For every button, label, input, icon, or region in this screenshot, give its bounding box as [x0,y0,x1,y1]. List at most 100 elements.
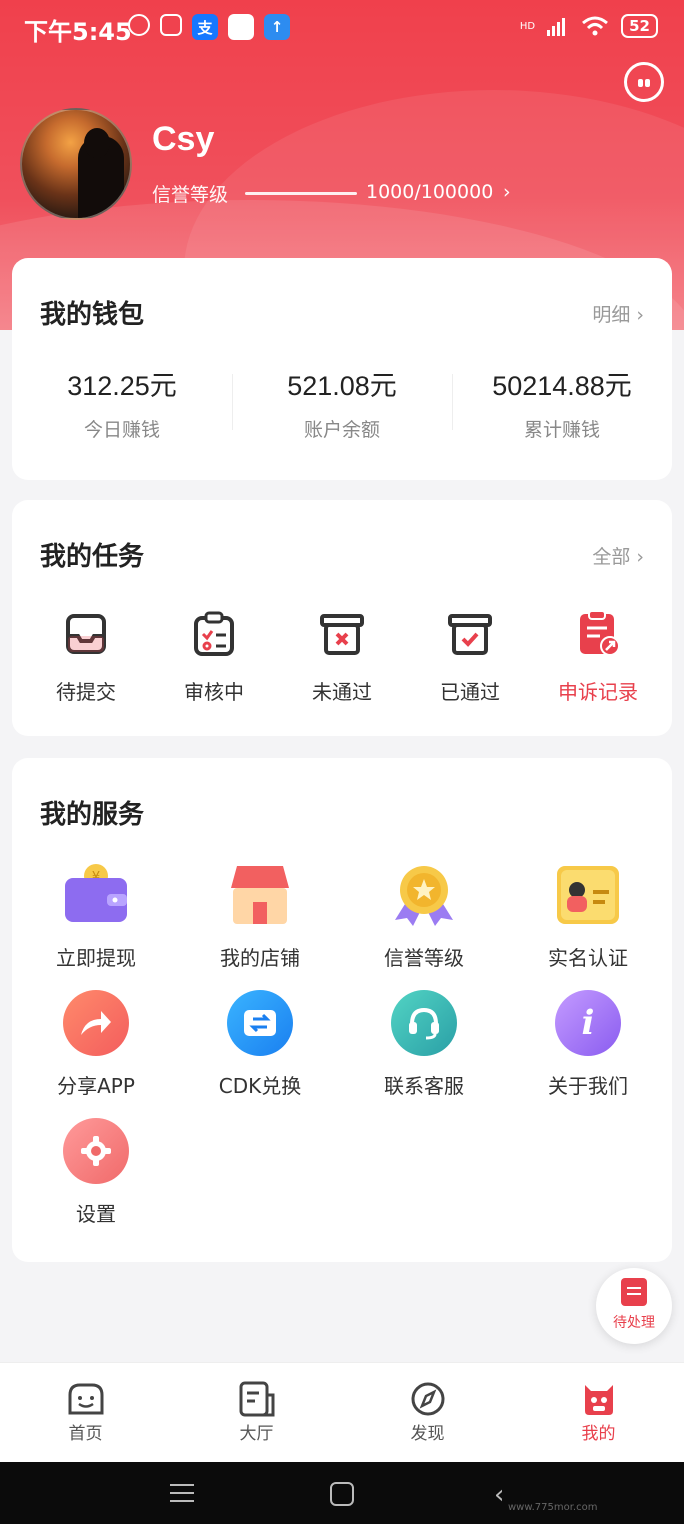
message-icon[interactable] [624,62,664,102]
home-face-icon [66,1381,106,1417]
battery-indicator: 52 [621,14,658,38]
task-under-review[interactable]: 审核中 [150,610,278,705]
menu-icon[interactable] [170,1484,194,1502]
tab-profile[interactable]: 我的 [513,1363,684,1462]
service-label: 信誉等级 [384,946,464,970]
compass-icon [408,1381,448,1417]
task-approved[interactable]: 已通过 [406,610,534,705]
settings-icon [63,1118,129,1184]
pending-button[interactable]: 待处理 [596,1268,672,1344]
tasks-title: 我的任务 [40,542,145,572]
box-x-icon [318,610,366,658]
service-contact-support[interactable]: 联系客服 [342,990,506,1099]
task-rejected[interactable]: 未通过 [278,610,406,705]
credit-progress-bar [245,192,357,195]
username: Csy [152,120,215,158]
box-check-icon [446,610,494,658]
wifi-icon [582,16,609,36]
profile-icon [579,1381,619,1417]
task-appeal-records[interactable]: 申诉记录 [534,610,662,705]
service-real-name[interactable]: 实名认证 [506,862,670,971]
tab-discover[interactable]: 发现 [342,1363,513,1462]
tasks-all-link[interactable]: 全部 › [592,542,644,569]
tasks-all-label: 全部 [592,546,631,568]
chevron-right-icon: › [636,304,644,326]
service-label: 立即提现 [56,946,136,970]
task-label: 审核中 [184,680,244,704]
services-title: 我的服务 [40,800,145,830]
status-bar: 下午5:45 支 ↑ HD 52 [0,0,684,54]
app-notification-icon [228,14,254,40]
bottom-tab-bar: 首页 大厅 发现 我的 [0,1362,684,1462]
watermark: www.775mor.com [508,1502,598,1513]
appeal-record-icon [574,610,622,658]
alipay-icon: 支 [192,14,218,40]
home-icon[interactable] [330,1482,354,1506]
alarm-icon [128,14,150,36]
system-nav-bar: ‹ www.775mor.com [0,1462,684,1524]
task-label: 未通过 [312,680,372,704]
credit-value[interactable]: 1000/100000 [366,181,493,203]
service-label: 分享APP [57,1074,135,1098]
service-label: 联系客服 [384,1074,464,1098]
service-my-shop[interactable]: 我的店铺 [178,862,342,971]
service-label: 我的店铺 [220,946,300,970]
service-cdk-exchange[interactable]: CDK兑换 [178,990,342,1099]
task-label: 已通过 [440,680,500,704]
service-label: 实名认证 [548,946,628,970]
tab-hall[interactable]: 大厅 [171,1363,342,1462]
task-label: 申诉记录 [558,680,638,704]
task-pending-submit[interactable]: 待提交 [22,610,150,705]
status-time: 下午5:45 [24,18,132,46]
service-withdraw[interactable]: ¥ 立即提现 [14,862,178,971]
wallet-detail-label: 明细 [592,304,631,326]
id-card-icon [555,862,621,928]
back-icon[interactable]: ‹ [494,1480,504,1510]
hall-icon [237,1381,277,1417]
stat-value: 50214.88元 [492,371,632,401]
stat-label: 累计赚钱 [523,419,600,441]
service-about-us[interactable]: i 关于我们 [506,990,670,1099]
clipboard-check-icon [190,610,238,658]
nfc-icon [160,14,182,36]
pending-list-icon [621,1278,647,1306]
stat-label: 今日赚钱 [83,419,160,441]
tab-label: 我的 [581,1424,616,1444]
network-hd-label: HD [519,20,536,32]
chevron-right-icon[interactable]: › [503,181,511,203]
service-label: CDK兑换 [218,1074,302,1098]
headset-icon [391,990,457,1056]
pending-label: 待处理 [613,1315,655,1331]
wallet-title: 我的钱包 [40,300,145,330]
wallet-card: 我的钱包 明细 › 312.25元 今日赚钱 521.08元 账户余额 5021… [12,258,672,480]
stat-value: 312.25元 [67,371,177,401]
tab-label: 大厅 [239,1424,274,1444]
service-credit-level[interactable]: 信誉等级 [342,862,506,971]
info-icon: i [555,990,621,1056]
wallet-icon: ¥ [63,862,129,928]
stat-label: 账户余额 [303,419,380,441]
wallet-detail-link[interactable]: 明细 › [592,300,644,327]
service-label: 关于我们 [548,1074,628,1098]
stat-today-earnings: 312.25元 今日赚钱 [12,364,232,442]
credit-label: 信誉等级 [152,184,229,206]
stat-value: 521.08元 [287,371,397,401]
medal-icon [391,862,457,928]
avatar[interactable] [20,108,132,220]
tab-label: 首页 [68,1424,103,1444]
chevron-right-icon: › [636,546,644,568]
service-label: 设置 [76,1202,116,1226]
exchange-icon [227,990,293,1056]
service-share-app[interactable]: 分享APP [14,990,178,1099]
tab-label: 发现 [410,1424,445,1444]
service-settings[interactable]: 设置 [14,1118,178,1227]
shop-icon [227,862,293,928]
stat-total-earnings: 50214.88元 累计赚钱 [452,364,672,442]
inbox-icon [62,610,110,658]
tab-home[interactable]: 首页 [0,1363,171,1462]
services-card: 我的服务 ¥ 立即提现 我的店铺 信誉等级 实名认证 分享APP CDK兑换 联… [12,758,672,1262]
tasks-card: 我的任务 全部 › 待提交 审核中 未通过 已通过 申诉记录 [12,500,672,736]
signal-icon [547,18,566,36]
upload-icon: ↑ [264,14,290,40]
task-label: 待提交 [56,680,116,704]
